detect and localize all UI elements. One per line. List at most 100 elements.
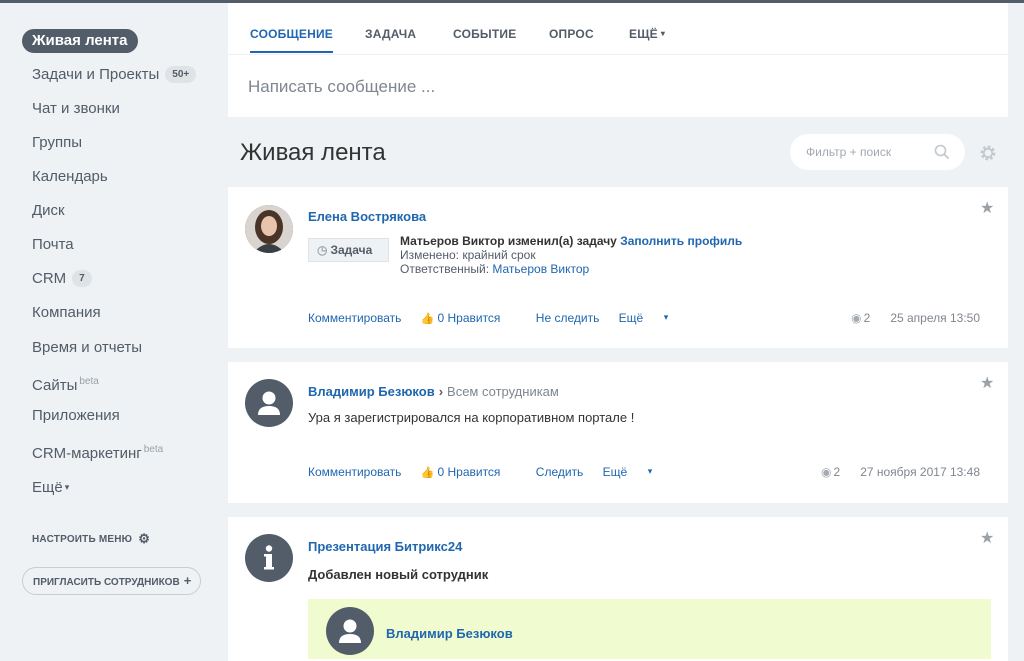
task-change-text: Матьеров Виктор изменил(а) задачу [400, 234, 617, 248]
more-label: Ещё [602, 465, 628, 479]
sidebar-item-time-reports[interactable]: Время и отчеты [22, 336, 152, 360]
chevron-down-icon: ▾ [64, 482, 70, 492]
tasks-counter-badge: 50+ [165, 66, 197, 83]
beta-label: beta [143, 444, 164, 455]
search-icon[interactable] [933, 143, 951, 161]
task-badge-label: Задача [330, 243, 373, 257]
sidebar-item-tasks[interactable]: Задачи и Проекты 50+ [22, 63, 206, 87]
tab-more[interactable]: ЕЩЁ ▾ [629, 27, 665, 41]
post-actions: Комментировать 👍 0 Нравится Следить Ещё ▾ [308, 465, 684, 479]
sidebar-item-label: Ещё [32, 479, 63, 496]
task-link[interactable]: Заполнить профиль [620, 234, 742, 248]
post-text: Добавлен новый сотрудник [308, 567, 489, 582]
feed-post: Владимир Безюков › Всем сотрудникам ★ Ура … [228, 362, 1008, 503]
task-change-summary: Матьеров Виктор изменил(а) задачу Заполн… [400, 234, 742, 248]
chevron-down-icon: ▾ [661, 312, 669, 322]
avatar[interactable] [245, 379, 293, 427]
thumbs-up-icon: 👍 [420, 313, 435, 325]
info-icon [264, 545, 274, 570]
post-date[interactable]: 27 ноября 2017 13:48 [860, 465, 980, 479]
sidebar-item-label: Сайты [32, 377, 78, 394]
sidebar-item-groups[interactable]: Группы [22, 131, 92, 155]
chevron-down-icon: ▾ [645, 466, 653, 476]
invite-employees-button[interactable]: ПРИГЛАСИТЬ СОТРУДНИКОВ + [22, 567, 201, 595]
message-input[interactable]: Написать сообщение ... [248, 77, 435, 97]
sidebar-item-label: Живая лента [32, 32, 128, 49]
comment-button[interactable]: Комментировать [308, 311, 401, 325]
configure-menu-label: НАСТРОИТЬ МЕНЮ [32, 534, 133, 545]
sidebar-item-crm-marketing[interactable]: CRM-маркетинг beta [22, 438, 173, 462]
post-author-line: Владимир Безюков › Всем сотрудникам [308, 384, 559, 399]
like-button[interactable]: 👍 0 Нравится [421, 311, 517, 325]
sidebar-item-label: Приложения [32, 407, 120, 424]
post-date[interactable]: 25 апреля 13:50 [890, 311, 980, 325]
new-user-card: Владимир Безюков [308, 599, 991, 659]
post-composer: СООБЩЕНИЕ ЗАДАЧА СОБЫТИЕ ОПРОС ЕЩЁ ▾ Напи… [228, 3, 1008, 117]
like-button[interactable]: 👍 0 Нравится [421, 465, 517, 479]
views-count: 2 [863, 311, 871, 325]
new-user-link[interactable]: Владимир Безюков [386, 626, 513, 641]
sidebar-item-label: Календарь [32, 168, 108, 185]
sidebar-item-label: Задачи и Проекты [32, 66, 160, 83]
star-icon[interactable]: ★ [980, 373, 994, 393]
sidebar-item-label: Чат и звонки [32, 100, 120, 117]
unfollow-button[interactable]: Не следить [536, 311, 600, 325]
thumbs-up-icon: 👍 [420, 467, 435, 479]
crm-counter-badge: 7 [72, 270, 92, 287]
clock-icon: ◷ [317, 243, 328, 257]
sidebar-item-live-feed[interactable]: Живая лента [22, 29, 138, 53]
comment-button[interactable]: Комментировать [308, 465, 401, 479]
filter-search-input[interactable]: Фильтр + поиск [790, 134, 965, 170]
task-responsible: Ответственный: Матьеров Виктор [400, 262, 589, 276]
tab-task[interactable]: ЗАДАЧА [365, 27, 416, 41]
responsible-user-link[interactable]: Матьеров Виктор [492, 262, 589, 276]
avatar[interactable] [326, 607, 374, 655]
sidebar-item-apps[interactable]: Приложения [22, 404, 130, 428]
like-label: 0 Нравится [437, 465, 501, 479]
tab-label: СОБЫТИЕ [453, 27, 517, 41]
tab-label: СООБЩЕНИЕ [250, 27, 333, 41]
tab-poll[interactable]: ОПРОС [549, 27, 594, 41]
configure-menu-button[interactable]: НАСТРОИТЬ МЕНЮ ⚙ [32, 531, 150, 547]
sidebar-item-disk[interactable]: Диск [22, 199, 75, 223]
sidebar-item-calendar[interactable]: Календарь [22, 165, 118, 189]
tab-event[interactable]: СОБЫТИЕ [453, 27, 516, 41]
chevron-right-icon: › [438, 384, 444, 399]
sidebar-item-sites[interactable]: Сайты beta [22, 370, 109, 394]
tab-label: ЕЩЁ [629, 27, 658, 41]
tab-label: ОПРОС [549, 27, 594, 41]
tab-message[interactable]: СООБЩЕНИЕ [250, 27, 333, 53]
post-recipient[interactable]: Всем сотрудникам [447, 384, 559, 399]
post-author-link[interactable]: Елена Вострякова [308, 209, 426, 224]
avatar[interactable] [245, 205, 293, 253]
star-icon[interactable]: ★ [980, 528, 994, 548]
sidebar-item-label: Диск [32, 202, 65, 219]
sidebar-item-more[interactable]: Ещё ▾ [22, 475, 79, 499]
eye-icon: ◉ [821, 465, 832, 479]
sidebar-item-label: CRM-маркетинг [32, 445, 142, 462]
star-icon[interactable]: ★ [980, 198, 994, 218]
plus-icon: + [183, 573, 192, 588]
search-placeholder: Фильтр + поиск [806, 145, 892, 159]
like-label: 0 Нравится [437, 311, 501, 325]
sidebar-item-label: Компания [32, 304, 101, 321]
views-count: 2 [833, 465, 841, 479]
gear-icon[interactable] [977, 142, 999, 164]
sidebar-item-label: Группы [32, 134, 82, 151]
sidebar-item-crm[interactable]: CRM 7 [22, 267, 102, 291]
sidebar-item-mail[interactable]: Почта [22, 233, 84, 257]
task-changed-field: Изменено: крайний срок [400, 248, 536, 262]
chevron-down-icon: ▾ [660, 29, 666, 38]
beta-label: beta [79, 376, 99, 387]
sidebar-item-company[interactable]: Компания [22, 301, 111, 325]
more-button[interactable]: Ещё ▾ [619, 311, 685, 325]
follow-button[interactable]: Следить [536, 465, 584, 479]
post-author-link[interactable]: Презентация Битрикс24 [308, 539, 462, 554]
more-button[interactable]: Ещё ▾ [603, 465, 669, 479]
page-title: Живая лента [240, 139, 386, 166]
sidebar-item-chat[interactable]: Чат и звонки [22, 97, 130, 121]
post-author-link[interactable]: Владимир Безюков [308, 384, 435, 399]
sidebar-item-label: Время и отчеты [32, 339, 143, 356]
user-silhouette-icon [339, 619, 361, 643]
feed-post: Елена Вострякова ★ ◷ Задача Матьеров Викт… [228, 187, 1008, 348]
